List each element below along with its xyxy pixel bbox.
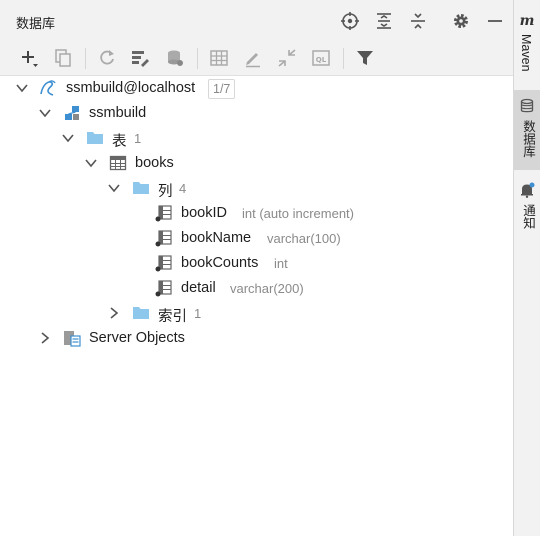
tables-folder-label: 表 [112,134,127,150]
query-console-icon[interactable]: QL [311,48,331,68]
server-objects-label: Server Objects [89,330,185,346]
compare-icon[interactable] [277,48,297,68]
database-icon [520,98,534,113]
index-folder-label: 索引 [158,309,187,325]
toolbar-separator [343,48,344,69]
add-icon[interactable] [19,48,39,68]
svg-text:QL: QL [316,56,327,64]
connection-label: ssmbuild@localhost [66,80,196,96]
tree-row-table[interactable]: books [0,151,513,176]
chevron-down-icon[interactable] [62,132,74,144]
panel-title: 数据库 [16,16,56,31]
schema-icon [65,106,79,120]
crosshair-icon[interactable] [340,11,360,31]
tree-row-connection[interactable]: ssmbuild@localhost 1/7 [0,76,513,101]
column-name: bookCounts [181,255,259,271]
notifications-tab[interactable]: 通知 [514,176,540,236]
server-objects-icon [64,331,81,347]
tree-row-column[interactable]: detail varchar(200) [0,276,513,301]
settings-icon[interactable] [451,11,471,31]
columns-folder-count: 4 [179,181,187,196]
folder-icon [133,182,149,194]
tables-folder-count: 1 [134,131,142,146]
edit-icon[interactable] [243,48,263,68]
column-type: varchar(100) [267,231,341,246]
chevron-right-icon[interactable] [39,332,51,344]
connection-badge: 1/7 [208,79,236,99]
sync-icon[interactable] [165,48,185,68]
database-tab[interactable]: 数据库 [514,90,540,170]
folder-icon [87,132,103,144]
minimize-icon[interactable] [485,11,505,31]
table-label: books [135,155,174,171]
mysql-dolphin-icon [40,80,56,96]
maven-icon: m [520,13,535,28]
toolbar-separator [197,48,198,69]
tree-row-schema[interactable]: ssmbuild [0,101,513,126]
copy-icon[interactable] [53,48,73,68]
tree-row-tables-folder[interactable]: 表 1 [0,126,513,151]
panel-header: 数据库 [0,0,513,43]
column-name: bookID [181,205,227,221]
chevron-right-icon[interactable] [108,307,120,319]
column-icon [155,255,172,272]
column-icon [155,230,172,247]
database-tool-window: 数据库 QL ssmbuild@localhost 1/7 ssmbuild 表… [0,0,514,536]
tree-row-column[interactable]: bookName varchar(100) [0,226,513,251]
chevron-down-icon[interactable] [16,82,28,94]
svg-text:m: m [520,13,535,28]
schema-label: ssmbuild [89,105,147,121]
table-icon [109,155,127,171]
collapse-all-icon[interactable] [408,11,428,31]
chevron-down-icon[interactable] [85,157,97,169]
datasource-properties-icon[interactable] [130,48,150,68]
chevron-down-icon[interactable] [108,182,120,194]
database-label: 数据库 [521,120,535,158]
column-type: int (auto increment) [242,206,354,221]
column-icon [155,205,172,222]
bell-icon [521,182,535,198]
tree-row-server-objects[interactable]: Server Objects [0,326,513,351]
index-folder-count: 1 [194,306,202,321]
tree-row-column[interactable]: bookID int (auto increment) [0,201,513,226]
table-icon[interactable] [209,48,229,68]
tree-row-column[interactable]: bookCounts int [0,251,513,276]
column-name: bookName [181,230,252,246]
chevron-down-icon[interactable] [39,107,51,119]
right-tool-strip: m Maven 数据库 通知 [514,0,540,536]
column-type: int [274,256,288,271]
columns-folder-label: 列 [158,184,173,200]
column-name: detail [181,280,216,296]
expand-all-icon[interactable] [374,11,394,31]
column-type: varchar(200) [230,281,304,296]
tree-row-columns-folder[interactable]: 列 4 [0,176,513,201]
notifications-label: 通知 [521,204,535,229]
filter-icon[interactable] [355,48,375,68]
maven-label: Maven [519,34,533,72]
folder-icon [133,307,149,319]
toolbar: QL [0,42,513,76]
toolbar-separator [85,48,86,69]
refresh-icon[interactable] [97,48,117,68]
tree-row-index-folder[interactable]: 索引 1 [0,301,513,326]
column-icon [155,280,172,297]
maven-tab[interactable]: m Maven [514,0,540,84]
